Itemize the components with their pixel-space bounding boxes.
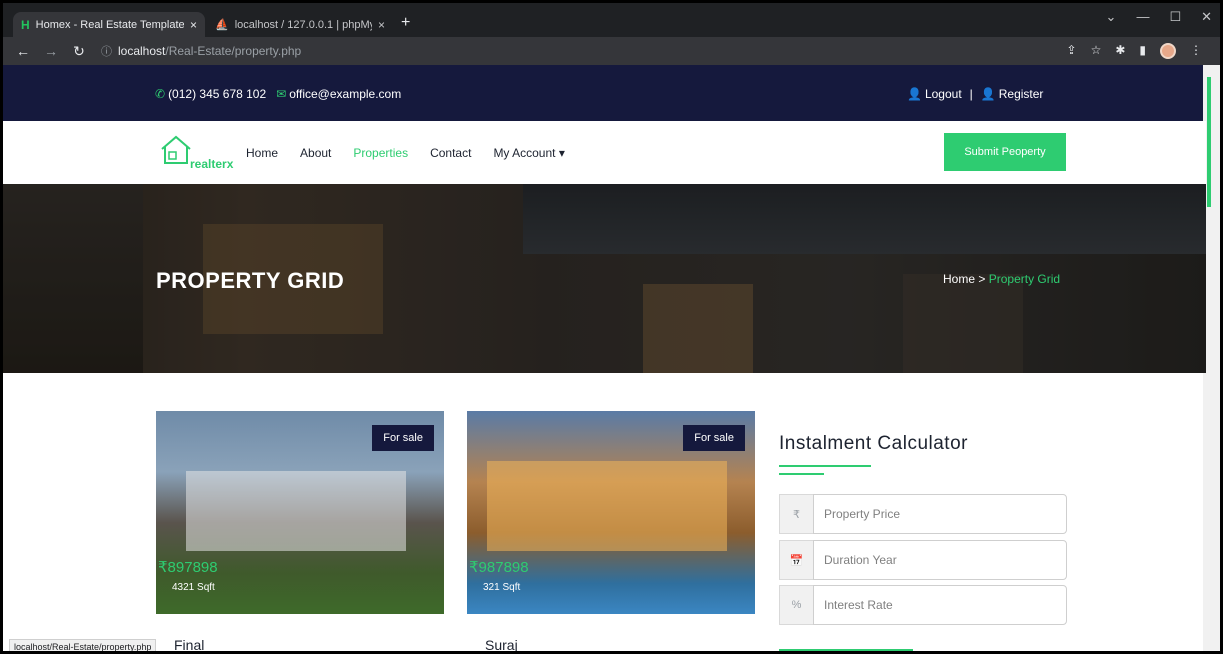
calculate-button[interactable] <box>779 649 913 651</box>
browser-window: H Homex - Real Estate Template × ⛵ local… <box>0 0 1223 654</box>
address-bar: ← → ↻ ⓘ localhost/Real-Estate/property.p… <box>3 37 1220 65</box>
calendar-icon: 📅 <box>779 540 813 580</box>
interest-rate-input[interactable] <box>813 585 1067 625</box>
interest-rate-field: % <box>779 585 1067 625</box>
title-underline-short <box>779 473 824 475</box>
share-icon[interactable]: ⇪ <box>1067 43 1077 59</box>
site-info-icon[interactable]: ⓘ <box>101 43 112 59</box>
tab-title: localhost / 127.0.0.1 | phpMyAdm <box>234 18 372 31</box>
my-account-label: My Account <box>493 146 556 160</box>
main-menu: Home About Properties Contact My Account… <box>246 146 587 160</box>
house-facade <box>186 471 406 551</box>
user-icon: 👤 <box>907 87 922 101</box>
percent-icon: % <box>779 585 813 625</box>
nav-properties[interactable]: Properties <box>353 146 408 160</box>
duration-year-input[interactable] <box>813 540 1067 580</box>
tab-title: Homex - Real Estate Template <box>35 18 184 31</box>
email-contact[interactable]: ✉ office@example.com <box>276 87 401 101</box>
sale-badge: For sale <box>683 425 745 451</box>
property-price: ₹897898 <box>158 559 218 576</box>
close-tab-icon[interactable]: × <box>190 18 197 32</box>
account-links: 👤 Logout | 👤 Register <box>907 87 1043 101</box>
tab-phpmyadmin[interactable]: ⛵ localhost / 127.0.0.1 | phpMyAdm × <box>207 12 393 37</box>
reload-icon[interactable]: ↻ <box>71 43 87 60</box>
maximize-icon[interactable]: ☐ <box>1169 9 1181 25</box>
email-address: office@example.com <box>289 87 402 101</box>
property-image[interactable]: For sale ₹897898 4321 Sqft <box>156 411 444 614</box>
topbar-separator: | <box>969 87 973 101</box>
status-bar-url: localhost/Real-Estate/property.php <box>9 639 157 651</box>
property-title[interactable]: Final <box>174 637 204 651</box>
property-title[interactable]: Suraj <box>485 637 518 651</box>
tab-bar: H Homex - Real Estate Template × ⛵ local… <box>3 3 1220 37</box>
phone-icon: ✆ <box>155 87 166 101</box>
bookmark-star-icon[interactable]: ☆ <box>1091 43 1102 59</box>
breadcrumb-home[interactable]: Home <box>943 272 975 286</box>
register-link[interactable]: 👤 Register <box>981 87 1044 101</box>
property-card[interactable]: For sale ₹987898 321 Sqft Suraj <box>467 411 755 651</box>
tab-search-icon[interactable]: ⌄ <box>1106 9 1117 25</box>
nav-my-account[interactable]: My Account ▾ <box>493 146 564 160</box>
breadcrumb: Home > Property Grid <box>943 272 1060 286</box>
submit-property-button[interactable]: Submit Peoperty <box>944 133 1066 171</box>
menu-kebab-icon[interactable]: ⋮ <box>1190 43 1202 59</box>
nav-contact[interactable]: Contact <box>430 146 471 160</box>
envelope-icon: ✉ <box>276 87 287 101</box>
url-field[interactable]: ⓘ localhost/Real-Estate/property.php <box>101 43 301 59</box>
house-logo-icon <box>161 135 191 164</box>
duration-year-field: 📅 <box>779 540 1067 580</box>
sale-badge: For sale <box>372 425 434 451</box>
minimize-icon[interactable]: — <box>1136 9 1149 25</box>
register-label: Register <box>998 87 1044 101</box>
page-title: PROPERTY GRID <box>156 268 345 293</box>
side-panel-icon[interactable]: ▮ <box>1139 43 1146 59</box>
title-underline <box>779 465 871 467</box>
caret-down-icon: ▾ <box>558 146 565 160</box>
forward-arrow-icon[interactable]: → <box>43 43 59 59</box>
property-area: 321 Sqft <box>483 582 521 593</box>
nav-home[interactable]: Home <box>246 146 278 160</box>
url-host: localhost <box>118 44 166 58</box>
phone-contact[interactable]: ✆ (012) 345 678 102 <box>155 87 266 101</box>
url-path: /Real-Estate/property.php <box>165 44 302 58</box>
logout-link[interactable]: 👤 Logout <box>907 87 962 101</box>
scrollbar-thumb[interactable] <box>1207 77 1211 207</box>
property-price-input[interactable] <box>813 494 1067 534</box>
site-navbar: realterx Home About Properties Contact M… <box>3 121 1206 184</box>
logo-text: realterx <box>190 157 234 171</box>
nav-about[interactable]: About <box>300 146 331 160</box>
site-logo[interactable]: realterx <box>160 135 236 175</box>
property-price-field: ₹ <box>779 494 1067 534</box>
property-card[interactable]: For sale ₹897898 4321 Sqft Final <box>156 411 444 651</box>
property-image[interactable]: For sale ₹987898 321 Sqft <box>467 411 755 614</box>
phpmyadmin-favicon-icon: ⛵ <box>215 19 229 31</box>
tab-homex[interactable]: H Homex - Real Estate Template × <box>13 12 205 37</box>
user-icon: 👤 <box>980 87 996 101</box>
extensions-icon[interactable]: ✱ <box>1115 43 1125 59</box>
close-tab-icon[interactable]: × <box>378 18 385 32</box>
homex-favicon-icon: H <box>21 17 30 32</box>
window-controls: ⌄ — ☐ ✕ <box>1106 9 1212 25</box>
property-area: 4321 Sqft <box>172 582 215 593</box>
back-arrow-icon[interactable]: ← <box>15 43 31 59</box>
calculator-title: Instalment Calculator <box>779 433 968 454</box>
profile-avatar-icon[interactable] <box>1160 43 1176 59</box>
breadcrumb-separator: > <box>978 272 986 286</box>
logout-label: Logout <box>924 87 962 101</box>
close-window-icon[interactable]: ✕ <box>1201 9 1212 25</box>
site-topbar: ✆ (012) 345 678 102 ✉ office@example.com 👤… <box>3 65 1206 121</box>
page-hero: PROPERTY GRID Home > Property Grid <box>3 184 1206 373</box>
new-tab-button[interactable]: + <box>401 14 410 32</box>
phone-number: (012) 345 678 102 <box>168 87 267 101</box>
rupee-icon: ₹ <box>779 494 813 534</box>
breadcrumb-current: Property Grid <box>988 272 1061 286</box>
browser-toolbar-right: ⇪ ☆ ✱ ▮ ⋮ <box>1067 43 1202 59</box>
house-facade <box>487 461 727 551</box>
property-price: ₹987898 <box>469 559 529 576</box>
contact-info: ✆ (012) 345 678 102 ✉ office@example.com <box>155 87 401 101</box>
